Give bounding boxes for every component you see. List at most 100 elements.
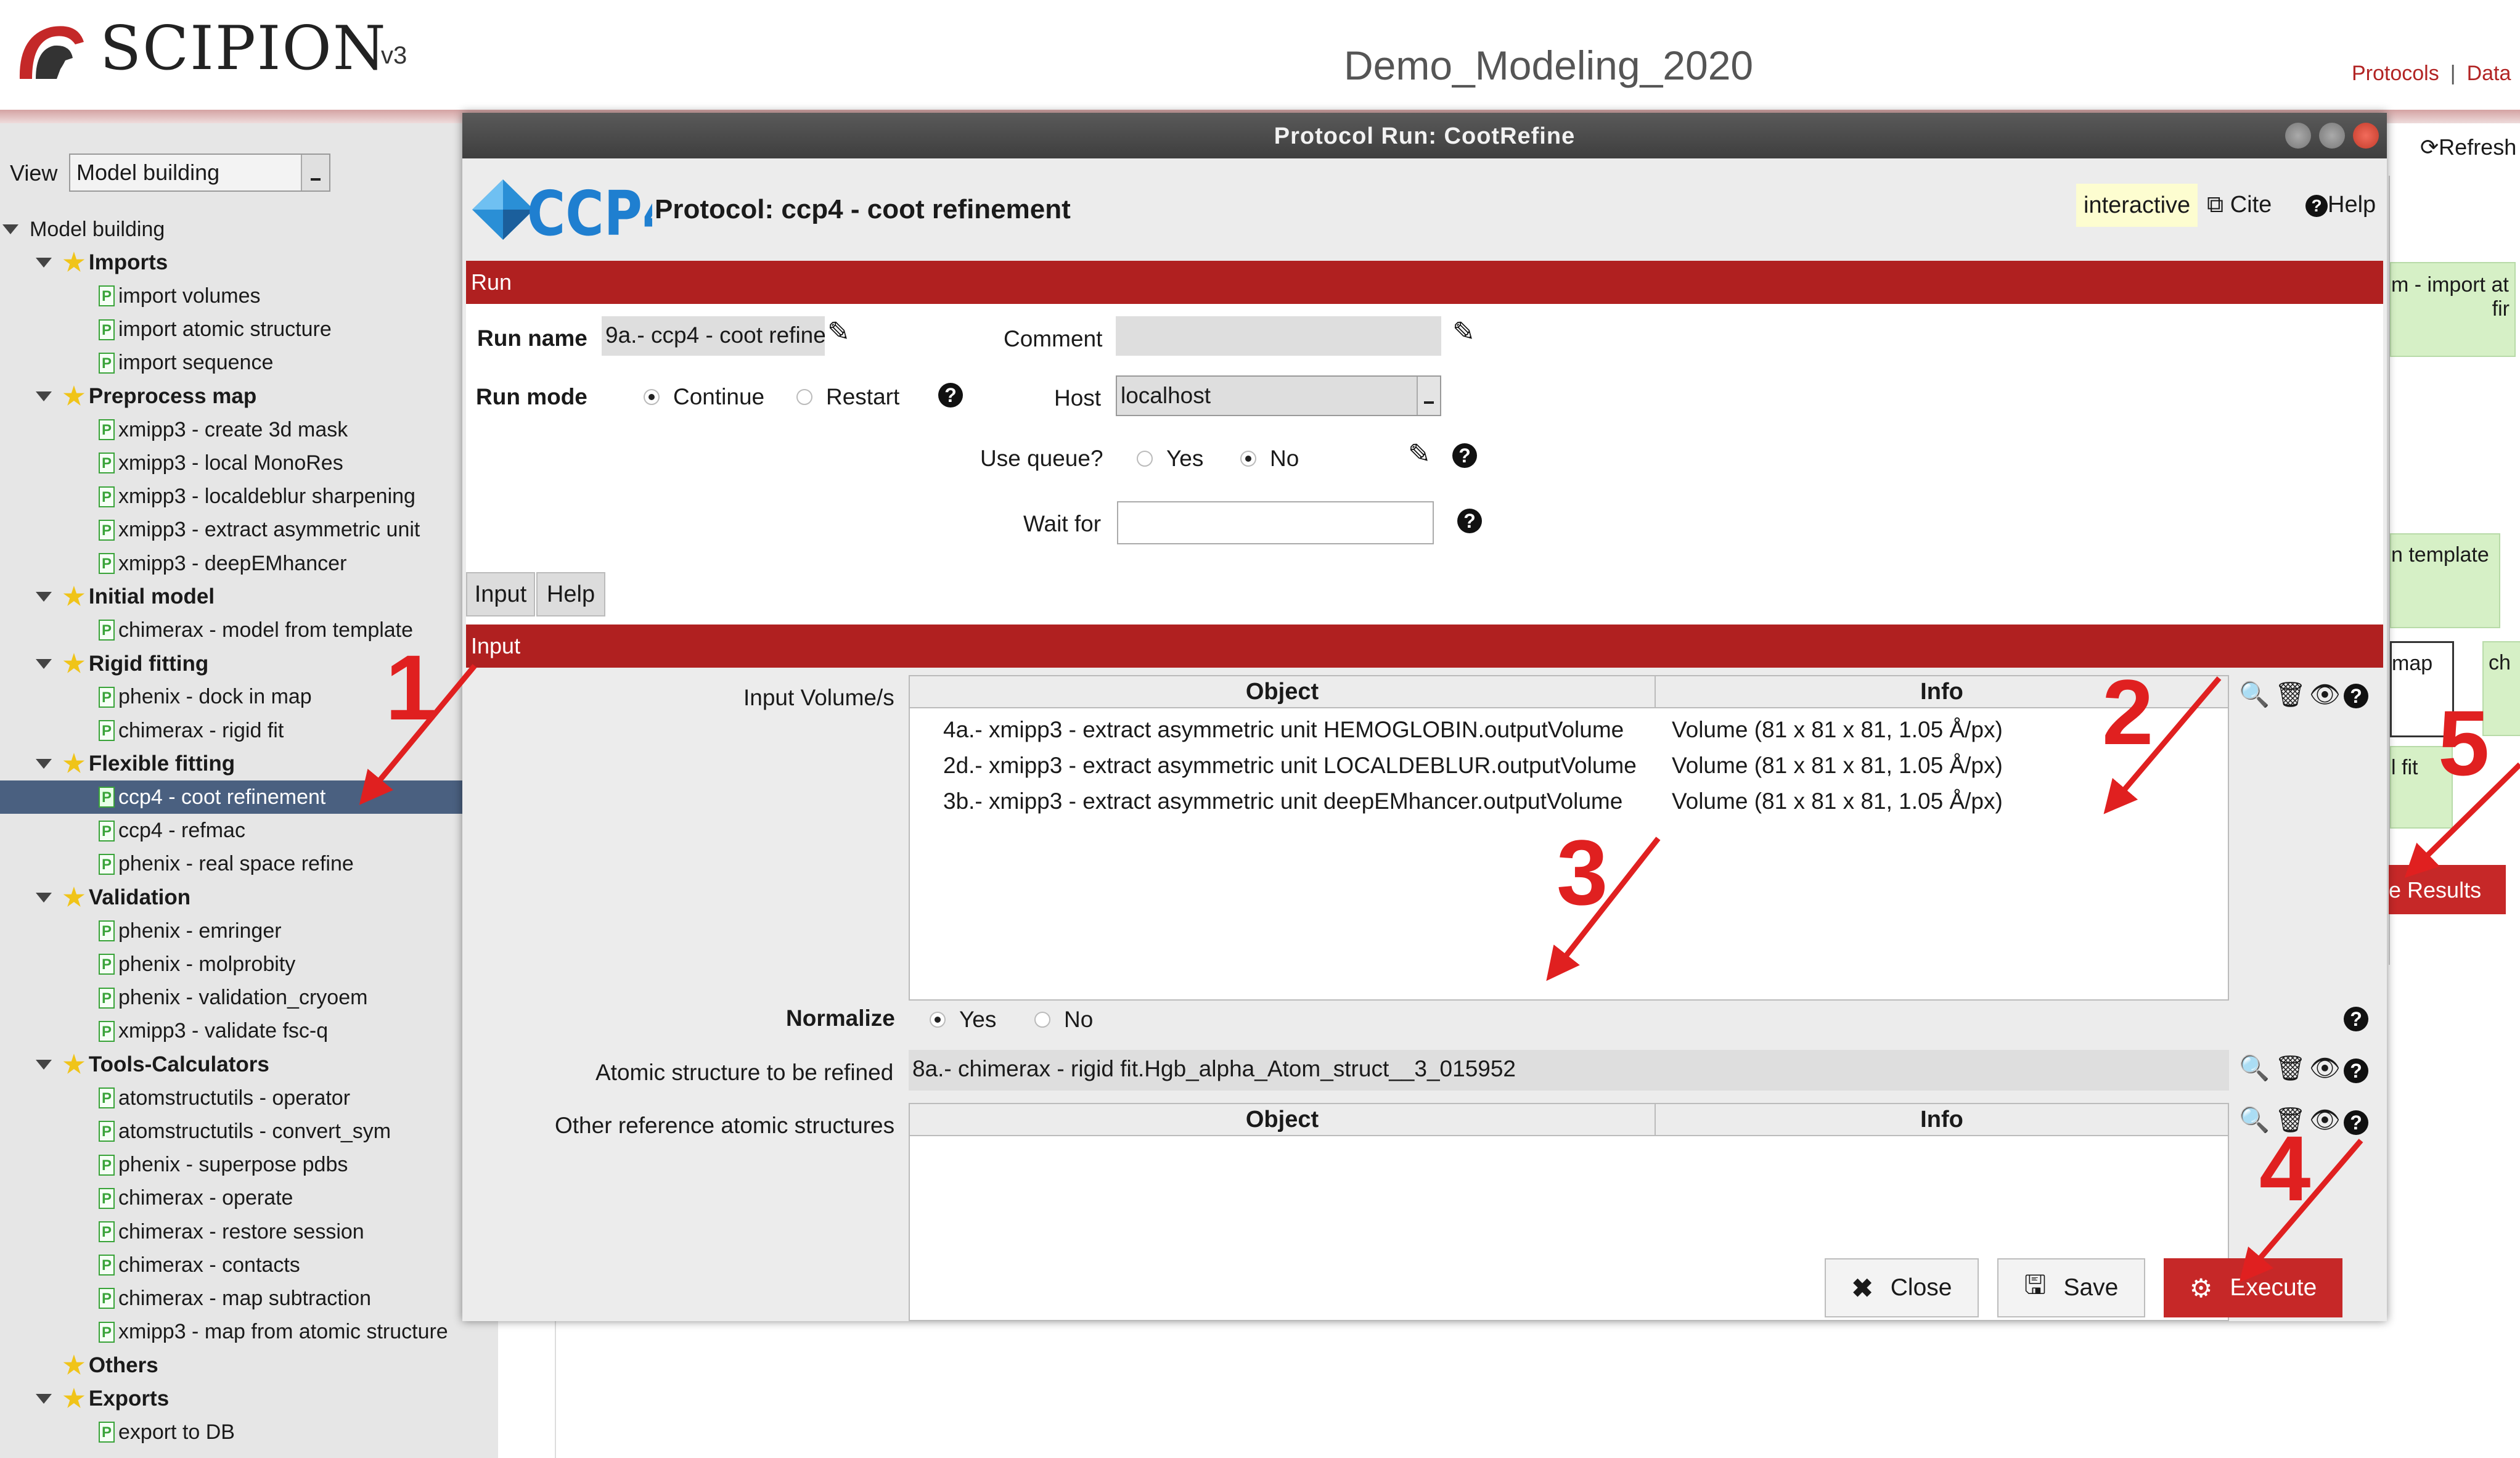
host-select[interactable]: localhost — [1116, 375, 1441, 416]
tab-help[interactable]: Help — [536, 572, 605, 616]
tree-item[interactable]: Patomstructutils - operator — [0, 1081, 464, 1115]
tree-category[interactable]: ★ Exports — [0, 1382, 498, 1415]
normalize-no-radio[interactable]: No — [1034, 1007, 1093, 1033]
collapse-arrow-icon[interactable] — [36, 1394, 52, 1404]
collapse-arrow-icon[interactable] — [2, 224, 18, 234]
help-icon[interactable]: ? — [1452, 443, 1477, 468]
dialog-titlebar[interactable]: Protocol Run: CootRefine — [462, 113, 2387, 158]
view-select[interactable]: Model building — [69, 154, 330, 192]
tree-item[interactable]: Pchimerax - operate — [0, 1182, 464, 1215]
window-close-button[interactable] — [2353, 123, 2379, 149]
pencil-icon[interactable]: ✎ — [1452, 319, 1475, 346]
maximize-button[interactable] — [2319, 123, 2345, 149]
collapse-arrow-icon[interactable] — [36, 391, 52, 401]
eye-icon[interactable]: 👁 — [2309, 1056, 2341, 1081]
table-row-object[interactable]: 3b.- xmipp3 - extract asymmetric unit de… — [943, 788, 1622, 814]
use-queue-yes-radio[interactable]: Yes — [1137, 446, 1203, 472]
tree-category[interactable]: ★ Flexible fitting — [0, 747, 498, 780]
radio-indicator[interactable] — [644, 389, 660, 405]
minimize-button[interactable] — [2285, 123, 2311, 149]
protocol-graph-panel[interactable]: m - import at fir n template map ch l fit — [2389, 176, 2520, 965]
radio-indicator[interactable] — [930, 1012, 946, 1028]
analyze-results-button[interactable]: e Results — [2389, 865, 2506, 914]
tree-item[interactable]: Pccp4 - coot refinement — [0, 780, 464, 814]
tree-item[interactable]: Pphenix - superpose pdbs — [0, 1149, 464, 1182]
table-row-info[interactable]: Volume (81 x 81 x 81, 1.05 Å/px) — [1672, 788, 2003, 814]
execute-button[interactable]: ⚙ Execute — [2164, 1258, 2342, 1317]
tree-item[interactable]: Pccp4 - refmac — [0, 814, 464, 848]
save-button[interactable]: 🖫 Save — [1997, 1258, 2145, 1317]
wait-for-input[interactable] — [1117, 501, 1434, 544]
tree-item[interactable]: Pxmipp3 - extract asymmetric unit — [0, 514, 464, 547]
help-icon[interactable]: ? — [2344, 684, 2368, 708]
graph-node[interactable]: n template — [2390, 533, 2500, 628]
radio-indicator[interactable] — [1240, 451, 1256, 467]
tree-item[interactable]: Pxmipp3 - validate fsc-q — [0, 1015, 464, 1048]
run-name-input[interactable]: 9a.- ccp4 - coot refinement — [602, 316, 825, 356]
chevron-down-icon[interactable] — [301, 155, 329, 190]
pencil-icon[interactable]: ✎ — [1408, 441, 1431, 468]
tree-item[interactable]: Pimport volumes — [0, 279, 464, 313]
help-button[interactable]: ? Help — [2305, 192, 2376, 218]
table-row-object[interactable]: 4a.- xmipp3 - extract asymmetric unit HE… — [943, 717, 1624, 743]
tree-root[interactable]: Model building — [0, 213, 498, 246]
help-icon[interactable]: ? — [2344, 1059, 2368, 1083]
collapse-arrow-icon[interactable] — [36, 893, 52, 903]
close-button[interactable]: ✖ Close — [1825, 1258, 1979, 1317]
tree-item[interactable]: Pxmipp3 - create 3d mask — [0, 413, 464, 446]
chevron-down-icon[interactable] — [1417, 377, 1440, 415]
search-icon[interactable]: 🔍 — [2239, 1056, 2270, 1081]
tree-item[interactable]: Pimport atomic structure — [0, 313, 464, 346]
tree-item[interactable]: Pimport sequence — [0, 346, 464, 380]
eye-icon[interactable]: 👁 — [2309, 682, 2341, 707]
run-mode-continue-radio[interactable]: Continue — [644, 384, 764, 410]
collapse-arrow-icon[interactable] — [36, 258, 52, 268]
tree-category[interactable]: ★ Preprocess map — [0, 380, 498, 413]
tree-category[interactable]: ★ Imports — [0, 246, 498, 279]
tree-category[interactable]: ★ Validation — [0, 881, 498, 914]
use-queue-no-radio[interactable]: No — [1240, 446, 1299, 472]
tree-item[interactable]: Pchimerax - restore session — [0, 1215, 464, 1248]
eye-icon[interactable]: 👁 — [2309, 1108, 2341, 1132]
atomic-structure-input[interactable]: 8a.- chimerax - rigid fit.Hgb_alpha_Atom… — [909, 1050, 2229, 1091]
tree-item[interactable]: Patomstructutils - convert_sym — [0, 1115, 464, 1148]
tree-item[interactable]: Pphenix - molprobity — [0, 948, 464, 981]
tree-category[interactable]: ★ Tools-Calculators — [0, 1048, 498, 1081]
help-icon[interactable]: ? — [938, 383, 963, 408]
tree-item[interactable]: Pxmipp3 - map from atomic structure — [0, 1316, 464, 1349]
tab-input[interactable]: Input — [466, 572, 535, 616]
table-row-object[interactable]: 2d.- xmipp3 - extract asymmetric unit LO… — [943, 753, 1637, 779]
tree-category[interactable]: ★ Others — [0, 1349, 498, 1382]
refresh-button[interactable]: ⟳Refresh — [2420, 134, 2516, 160]
table-row-info[interactable]: Volume (81 x 81 x 81, 1.05 Å/px) — [1672, 717, 2003, 743]
collapse-arrow-icon[interactable] — [36, 658, 52, 669]
trash-icon[interactable]: 🗑 — [2275, 682, 2306, 707]
tree-item[interactable]: Pchimerax - contacts — [0, 1248, 464, 1282]
help-icon[interactable]: ? — [1457, 509, 1482, 533]
graph-node[interactable]: m - import at fir — [2390, 262, 2516, 357]
collapse-arrow-icon[interactable] — [36, 592, 52, 602]
normalize-yes-radio[interactable]: Yes — [930, 1007, 996, 1033]
search-icon[interactable]: 🔍 — [2239, 682, 2270, 707]
collapse-arrow-icon[interactable] — [36, 759, 52, 769]
pencil-icon[interactable]: ✎ — [827, 319, 850, 346]
tree-item[interactable]: Pxmipp3 - deepEMhancer — [0, 547, 464, 580]
tree-item[interactable]: Pxmipp3 - localdeblur sharpening — [0, 480, 464, 514]
cite-button[interactable]: ⧉ Cite — [2207, 192, 2272, 218]
radio-indicator[interactable] — [1137, 451, 1153, 467]
tree-item[interactable]: Pphenix - real space refine — [0, 848, 464, 881]
help-icon[interactable]: ? — [2344, 1110, 2368, 1135]
data-link[interactable]: Data — [2467, 62, 2511, 85]
protocols-link[interactable]: Protocols — [2352, 62, 2439, 85]
radio-indicator[interactable] — [1034, 1012, 1050, 1028]
tree-item[interactable]: Pexport to DB — [0, 1415, 464, 1449]
tree-category[interactable]: ★ Initial model — [0, 580, 498, 613]
tree-item[interactable]: Pxmipp3 - local MonoRes — [0, 446, 464, 480]
tree-item[interactable]: Pchimerax - map subtraction — [0, 1282, 464, 1315]
collapse-arrow-icon[interactable] — [36, 1060, 52, 1070]
help-icon[interactable]: ? — [2344, 1007, 2368, 1031]
tree-item[interactable]: Pphenix - emringer — [0, 914, 464, 948]
radio-indicator[interactable] — [796, 389, 812, 405]
comment-input[interactable] — [1116, 316, 1441, 356]
table-row-info[interactable]: Volume (81 x 81 x 81, 1.05 Å/px) — [1672, 753, 2003, 779]
